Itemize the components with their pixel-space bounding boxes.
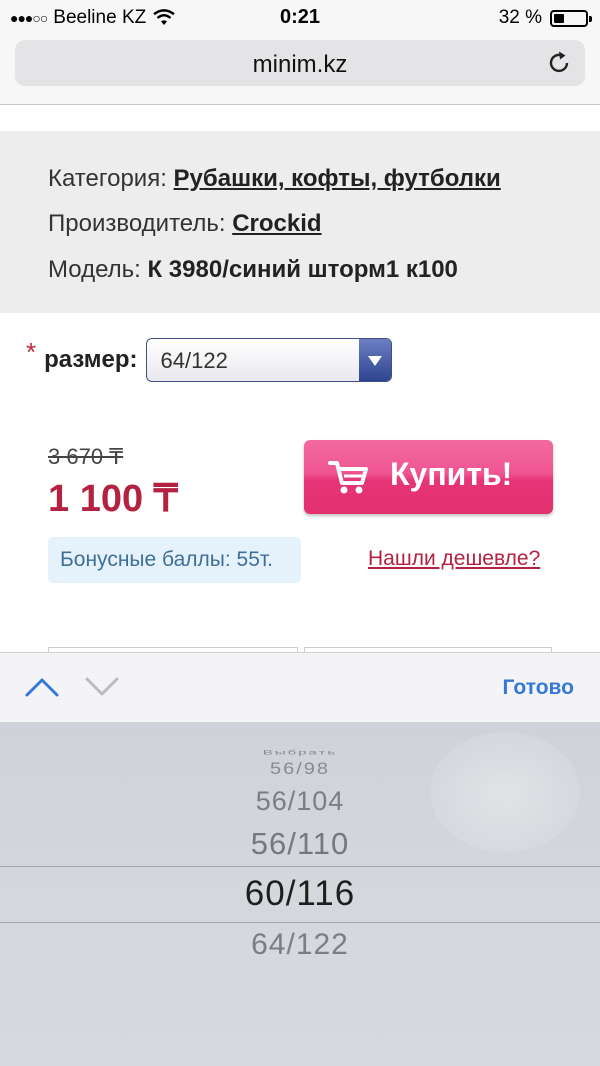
bonus-text: Бонусные баллы: 55т.: [60, 548, 274, 571]
page-top-fragment: [0, 105, 600, 131]
model-row: Модель: К 3980/синий шторм1 к100: [48, 256, 458, 284]
size-select[interactable]: 64/122: [145, 338, 392, 382]
bonus-badge: Бонусные баллы: 55т.: [48, 537, 301, 583]
buy-button-label: Купить!: [390, 456, 513, 492]
size-select-value: 64/122: [160, 348, 228, 373]
old-price: 3 670 ₸: [48, 444, 124, 469]
picker-option[interactable]: 64/122: [0, 928, 600, 962]
manufacturer-link[interactable]: Crockid: [232, 210, 321, 237]
model-label: Модель:: [48, 256, 141, 283]
manufacturer-row: Производитель: Crockid: [48, 210, 322, 238]
browser-toolbar: minim.kz: [0, 34, 600, 105]
category-row: Категория: Рубашки, кофты, футболки: [48, 165, 501, 193]
battery-icon: [550, 9, 592, 27]
current-price: 1 100 ₸: [48, 478, 178, 520]
picker-option[interactable]: 56/98: [0, 760, 600, 780]
picker-option[interactable]: 56/104: [0, 786, 600, 817]
cart-icon: [328, 461, 368, 494]
picker-option[interactable]: 56/110: [0, 826, 600, 862]
chevron-up-icon[interactable]: [24, 674, 60, 700]
url-text[interactable]: minim.kz: [15, 51, 585, 79]
battery-percent: 32 %: [498, 7, 542, 28]
picker-option-selected[interactable]: 60/116: [0, 874, 600, 914]
buy-button[interactable]: Купить!: [304, 440, 553, 514]
size-row: * размер: 64/122: [26, 336, 392, 384]
picker-toolbar: Готово: [0, 652, 600, 723]
status-bar: ●●●○○ Beeline KZ 0:21 32 %: [0, 0, 600, 34]
reload-icon[interactable]: [547, 50, 573, 76]
product-info-panel: Категория: Рубашки, кофты, футболки Прои…: [0, 131, 600, 313]
category-label: Категория:: [48, 165, 167, 192]
size-label: размер:: [44, 346, 138, 373]
manufacturer-label: Производитель:: [48, 210, 226, 237]
model-value: К 3980/синий шторм1 к100: [147, 256, 458, 283]
found-cheaper-link[interactable]: Нашли дешевле?: [368, 547, 540, 571]
done-button[interactable]: Готово: [503, 676, 574, 700]
size-picker-wheel[interactable]: Выбрать 56/98 56/104 56/110 60/116 64/12…: [0, 722, 600, 1066]
address-bar[interactable]: minim.kz: [15, 40, 585, 86]
required-mark: *: [26, 336, 37, 367]
category-link[interactable]: Рубашки, кофты, футболки: [174, 165, 501, 192]
chevron-down-icon: [358, 339, 391, 381]
chevron-down-icon[interactable]: [84, 674, 120, 700]
picker-option[interactable]: Выбрать: [0, 749, 600, 757]
